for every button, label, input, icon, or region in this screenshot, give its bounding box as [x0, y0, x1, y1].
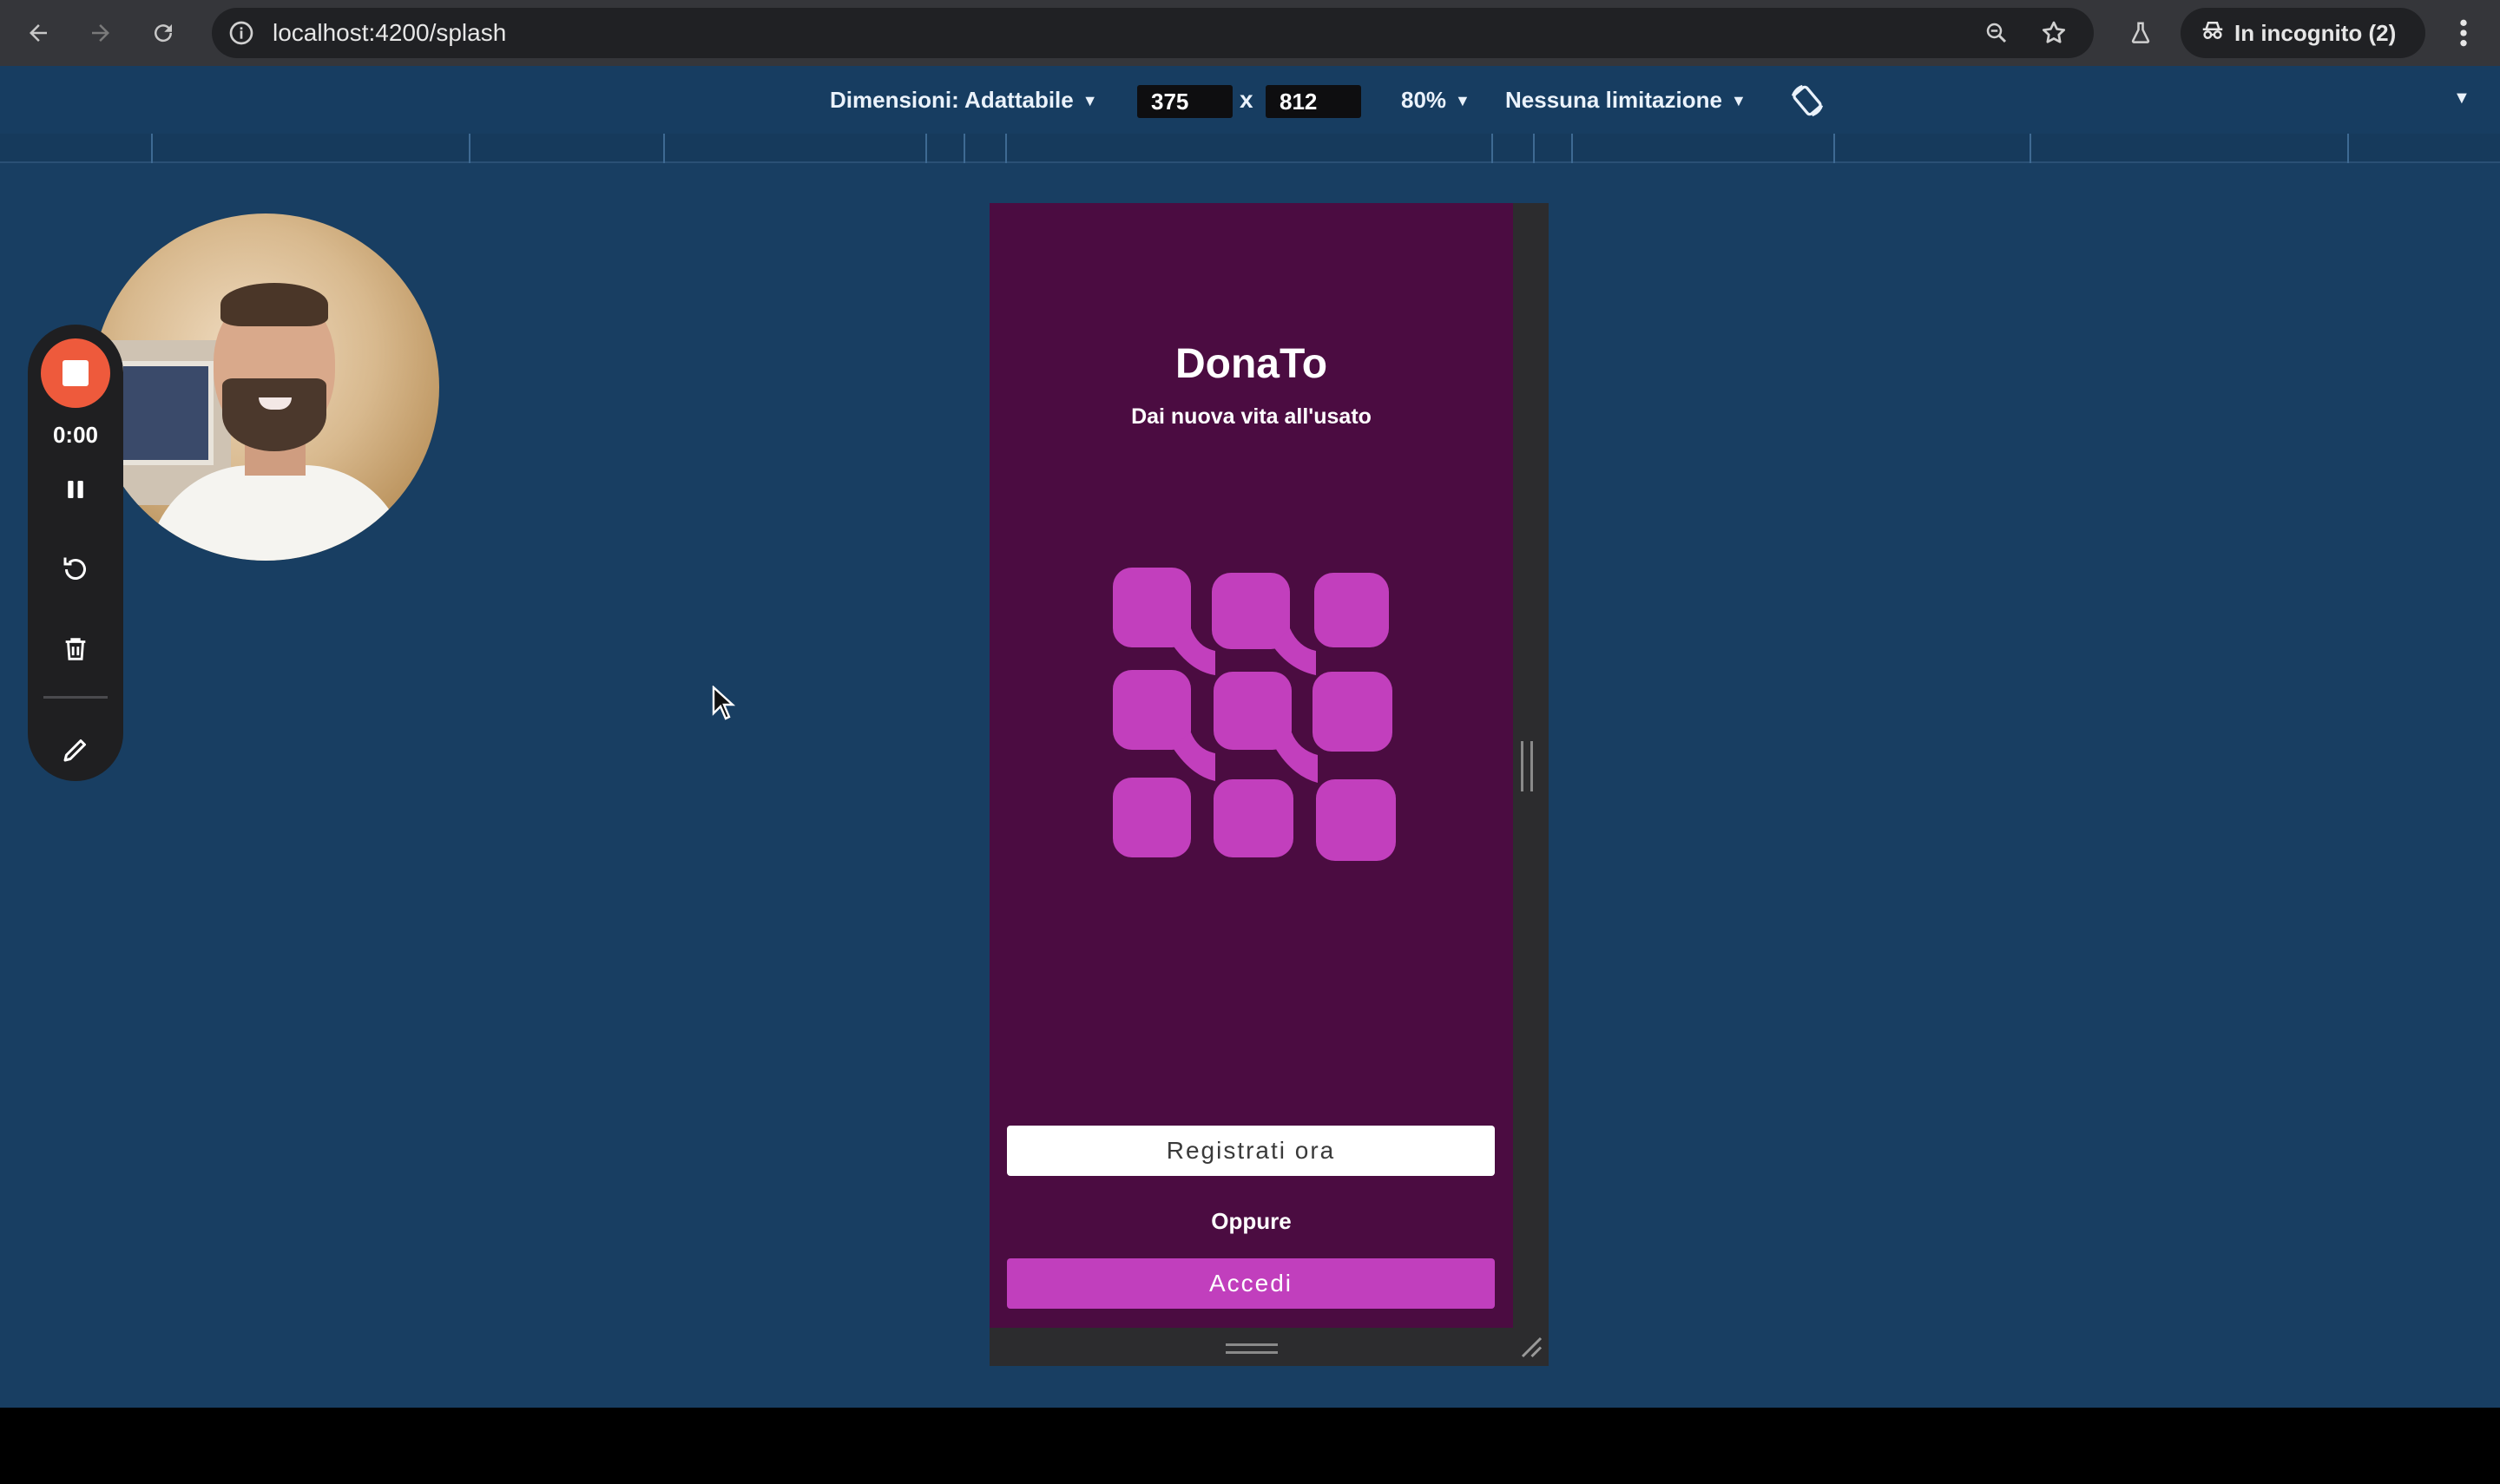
mouse-cursor-icon	[712, 685, 736, 720]
forward-icon[interactable]	[78, 10, 123, 56]
register-button[interactable]: Registrati ora	[1007, 1126, 1495, 1176]
media-query-ruler	[0, 134, 2500, 163]
recording-controls: 0:00	[28, 325, 123, 781]
or-separator-text: Oppure	[1211, 1208, 1292, 1234]
zoom-icon[interactable]	[1979, 16, 2014, 50]
reload-icon[interactable]	[141, 10, 186, 56]
caret-down-icon: ▼	[1455, 92, 1470, 109]
pause-icon[interactable]	[56, 470, 95, 509]
throttling-label: Nessuna limitazione	[1505, 87, 1722, 113]
pencil-icon[interactable]	[56, 731, 95, 769]
restart-icon[interactable]	[56, 550, 95, 588]
caret-down-icon: ▼	[1082, 92, 1098, 109]
labs-flask-icon[interactable]	[2120, 12, 2161, 54]
dimension-separator: x	[1240, 86, 1253, 113]
back-icon[interactable]	[16, 10, 61, 56]
incognito-badge[interactable]: In incognito (2)	[2181, 8, 2425, 58]
bookmark-star-icon[interactable]	[2036, 16, 2071, 50]
app-logo-icon	[1111, 568, 1398, 863]
kebab-menu-icon[interactable]	[2446, 12, 2481, 54]
resize-handle-right[interactable]	[1521, 741, 1533, 791]
height-input[interactable]: 812	[1266, 85, 1361, 118]
bottom-black-area	[0, 1408, 2500, 1484]
device-frame: DonaTo Dai nuova vita all'usato Registra…	[990, 203, 1549, 1366]
stop-recording-button[interactable]	[41, 338, 110, 408]
app-subtitle: Dai nuova vita all'usato	[1131, 404, 1372, 429]
zoom-label: 80%	[1401, 87, 1447, 113]
site-info-icon[interactable]	[224, 16, 259, 50]
more-options-caret-icon[interactable]: ▼	[2453, 89, 2476, 111]
url-text[interactable]: localhost:4200/splash	[273, 8, 506, 58]
throttling-dropdown[interactable]: Nessuna limitazione ▼	[1505, 66, 1747, 135]
app-title: DonaTo	[1174, 341, 1328, 387]
webcam-bubble[interactable]	[92, 213, 439, 561]
dimensions-label: Dimensioni: Adattabile	[830, 87, 1074, 113]
caret-down-icon: ▼	[1730, 92, 1747, 109]
resize-handle-bottom[interactable]	[1226, 1343, 1278, 1354]
incognito-icon	[2200, 17, 2226, 49]
browser-top-bar: localhost:4200/splash In incognito (2)	[0, 0, 2500, 66]
rotate-icon[interactable]	[1788, 82, 1826, 120]
incognito-label: In incognito (2)	[2234, 19, 2397, 46]
device-toolbar: Dimensioni: Adattabile ▼ 375 x 812 80% ▼ N…	[0, 66, 2500, 134]
address-bar[interactable]: localhost:4200/splash	[212, 8, 2094, 58]
resize-handle-corner-icon[interactable]	[1517, 1333, 1543, 1359]
width-input[interactable]: 375	[1137, 85, 1233, 118]
stop-icon	[62, 360, 89, 386]
dimensions-dropdown[interactable]: Dimensioni: Adattabile ▼	[830, 66, 1098, 135]
splash-screen: DonaTo Dai nuova vita all'usato Registra…	[990, 203, 1513, 1328]
login-button[interactable]: Accedi	[1007, 1258, 1495, 1309]
trash-icon[interactable]	[56, 630, 95, 668]
recording-timer: 0:00	[52, 422, 99, 448]
zoom-dropdown[interactable]: 80% ▼	[1401, 66, 1470, 135]
